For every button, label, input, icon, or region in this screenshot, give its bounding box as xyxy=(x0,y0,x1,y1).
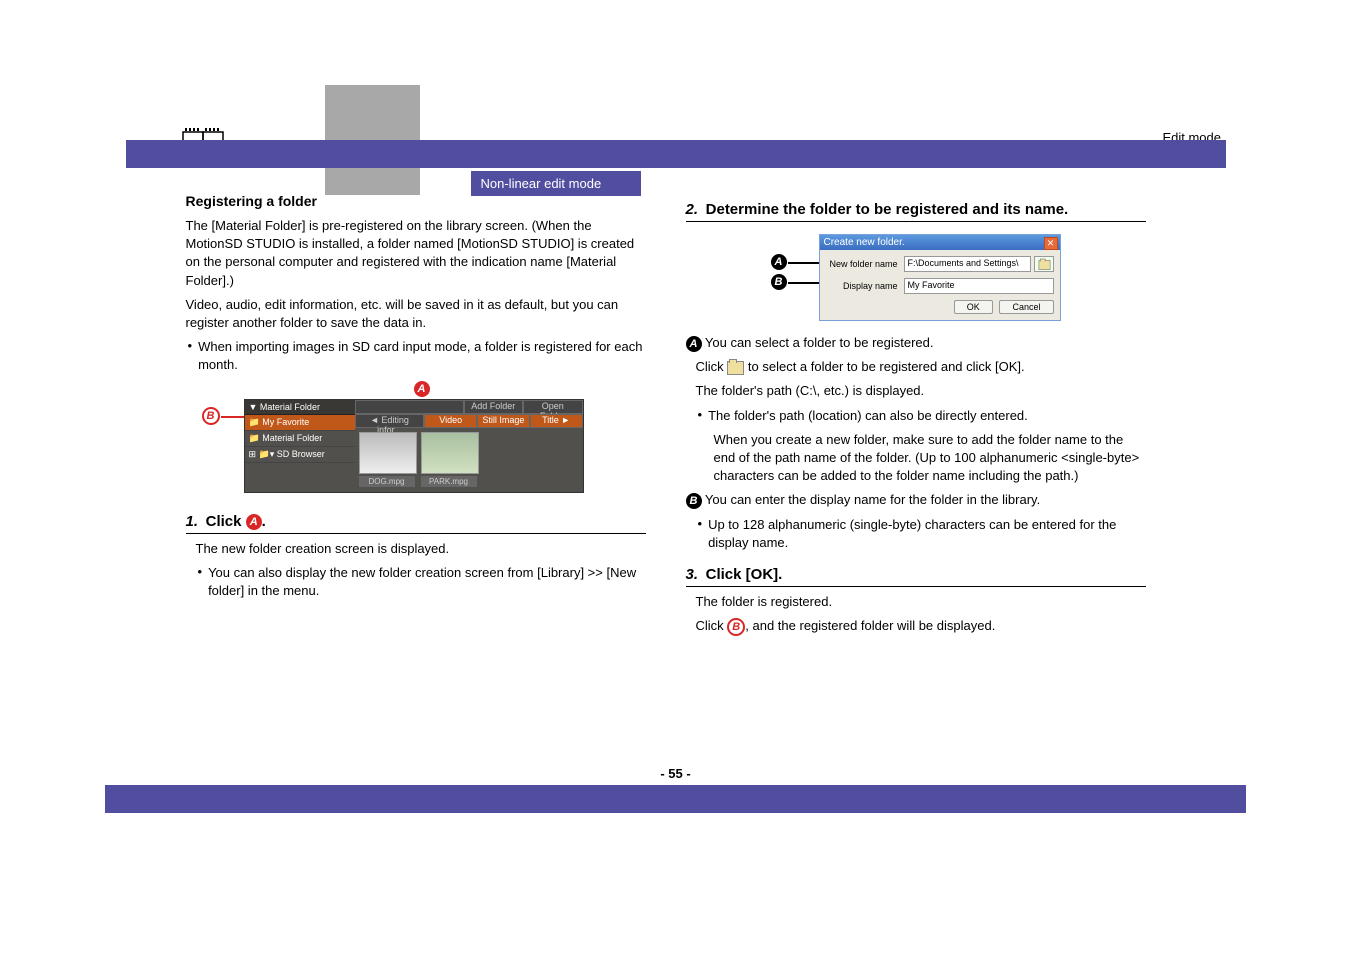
sidebar-header: ▼ Material Folder xyxy=(245,400,355,415)
sidebar-item-material[interactable]: 📁 Material Folder xyxy=(245,431,355,447)
intro-paragraph-1: The [Material Folder] is pre-registered … xyxy=(186,217,646,290)
display-name-label: Display name xyxy=(826,281,904,291)
desc-a-path: The folder's path (C:\, etc.) is display… xyxy=(686,382,1146,400)
tab-still[interactable]: Still Image xyxy=(477,414,530,428)
folder-icon xyxy=(727,361,744,375)
library-screenshot: A B ▼ Material Folder 📁 My Favorite 📁 Ma… xyxy=(204,387,584,495)
desc-b-bullet: • Up to 128 alphanumeric (single-byte) c… xyxy=(686,516,1146,558)
sidebar-item-sdbrowser[interactable]: ⊞ 📁▾ SD Browser xyxy=(245,447,355,463)
header-bar xyxy=(126,140,1226,168)
right-column: 2. Determine the folder to be registered… xyxy=(686,193,1146,642)
tab-title[interactable]: Title ► xyxy=(530,414,583,428)
marker-a-inline-icon: A xyxy=(246,514,262,530)
section-title: Non-linear edit mode xyxy=(471,171,641,196)
dialog-marker-a-icon: A xyxy=(771,254,787,270)
intro-paragraph-2: Video, audio, edit information, etc. wil… xyxy=(186,296,646,332)
dialog-titlebar: Create new folder. ✕ xyxy=(820,235,1060,250)
marker-a-text-icon: A xyxy=(686,336,702,352)
marker-b-inline-icon: B xyxy=(727,618,745,636)
ok-button[interactable]: OK xyxy=(954,300,993,314)
step-2-heading: 2. Determine the folder to be registered… xyxy=(686,193,1146,222)
step-1-heading: 1. Click A. xyxy=(186,505,646,535)
thumbnail-dog[interactable]: DOG.mpg xyxy=(359,432,415,487)
intro-bullet-text: When importing images in SD card input m… xyxy=(198,338,645,374)
step-3-desc: The folder is registered. xyxy=(686,593,1146,611)
sidebar-item-favorite[interactable]: 📁 My Favorite xyxy=(245,415,355,431)
page-number: - 55 - xyxy=(0,766,1351,781)
close-icon[interactable]: ✕ xyxy=(1044,237,1058,250)
desc-b-container: B You can enter the display name for the… xyxy=(686,491,1146,509)
desc-a-bullet: • The folder's path (location) can also … xyxy=(686,407,1146,431)
open-folder-button[interactable]: Open Folder xyxy=(523,400,583,414)
marker-a-icon: A xyxy=(414,381,430,397)
display-name-input[interactable]: My Favorite xyxy=(904,278,1054,294)
desc-a-container: A You can select a folder to be register… xyxy=(686,334,1146,352)
left-column: Registering a folder The [Material Folde… xyxy=(186,193,646,642)
step-1-desc: The new folder creation screen is displa… xyxy=(186,540,646,558)
browse-folder-button[interactable] xyxy=(1034,256,1054,272)
add-folder-button[interactable]: Add Folder xyxy=(464,400,524,414)
desc-a-click: Click to select a folder to be registere… xyxy=(686,358,1146,376)
tab-video[interactable]: Video xyxy=(424,414,477,428)
step-1-bullet: • You can also display the new folder cr… xyxy=(186,564,646,606)
tab-editing[interactable]: ◄ Editing infor... xyxy=(355,414,425,428)
marker-b-icon: B xyxy=(202,407,220,425)
marker-b-text-icon: B xyxy=(686,493,702,509)
desc-a-note: When you create a new folder, make sure … xyxy=(686,431,1146,486)
cancel-button[interactable]: Cancel xyxy=(999,300,1053,314)
dialog-marker-b-icon: B xyxy=(771,274,787,290)
footer-bar xyxy=(105,785,1246,813)
step-3-desc2: Click B, and the registered folder will … xyxy=(686,617,1146,636)
step-3-heading: 3. Click [OK]. xyxy=(686,558,1146,587)
intro-bullet: • When importing images in SD card input… xyxy=(186,338,646,380)
thumbnail-park[interactable]: PARK.mpg xyxy=(421,432,477,487)
new-folder-label: New folder name xyxy=(826,259,904,269)
new-folder-input[interactable]: F:\Documents and Settings\ xyxy=(904,256,1031,272)
